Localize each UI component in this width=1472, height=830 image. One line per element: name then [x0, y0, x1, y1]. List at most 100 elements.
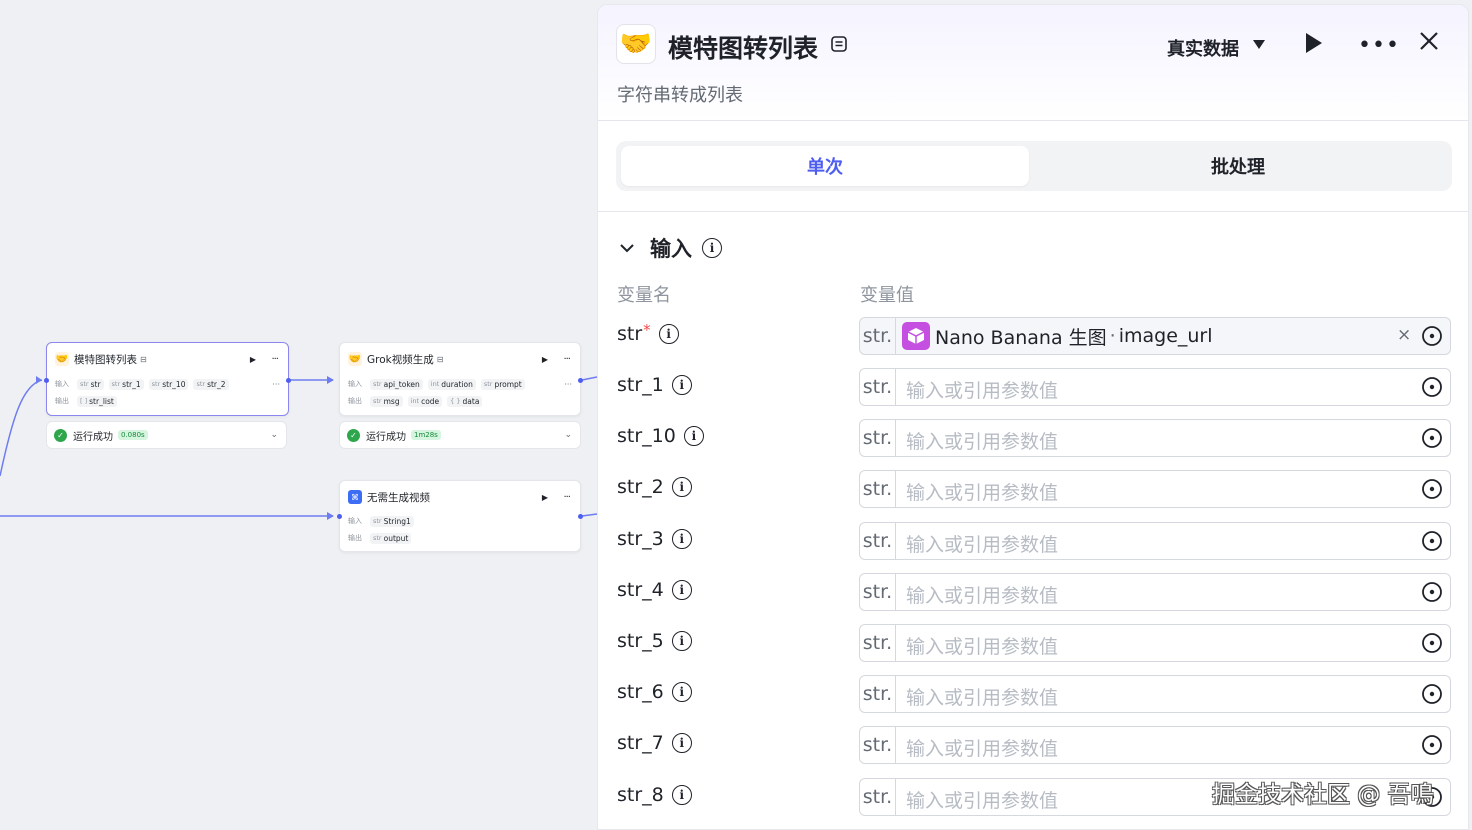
doc-icon[interactable] [830, 35, 848, 53]
handshake-icon: 🤝 [55, 352, 69, 366]
variable-value-input[interactable]: str. 输入或引用参数值 [859, 522, 1451, 560]
play-icon[interactable] [1306, 33, 1322, 53]
info-icon[interactable]: i [671, 631, 692, 651]
run-time-badge: 0.080s [118, 430, 148, 440]
reference-variable-icon[interactable] [1421, 530, 1443, 552]
run-icon[interactable]: ▶ [250, 355, 256, 364]
variable-name: str_8 i [617, 784, 692, 806]
info-icon[interactable]: i [683, 426, 704, 446]
input-placeholder: 输入或引用参数值 [906, 738, 1059, 760]
workflow-canvas[interactable]: 🤝 模特图转列表 ⊟ ▶ ··· 输入 str str str str_1 str s… [0, 0, 597, 830]
variable-value-input[interactable]: str. 输入或引用参数值 [859, 573, 1451, 611]
variable-row-str-2: str_2 i str. 输入或引用参数值 [598, 470, 1468, 510]
param-chip: str msg [370, 395, 403, 407]
panel-header: 🤝 模特图转列表 字符串转成列表 真实数据 ••• [598, 5, 1468, 121]
reference-variable-icon[interactable] [1421, 581, 1443, 603]
info-icon[interactable]: i [671, 733, 692, 753]
required-mark: * [643, 321, 651, 339]
doc-icon: ⊟ [140, 354, 147, 364]
input-port[interactable] [337, 514, 342, 519]
input-placeholder: 输入或引用参数值 [906, 534, 1059, 556]
info-icon[interactable]: i [671, 375, 692, 395]
variable-value-input[interactable]: str. 输入或引用参数值 [859, 726, 1451, 764]
node-grok-video[interactable]: 🤝 Grok视频生成 ⊟ ▶ ··· 输入 str api_token int du… [339, 342, 583, 416]
output-port[interactable] [286, 378, 291, 383]
output-port[interactable] [578, 378, 583, 383]
param-chip: int code [407, 395, 443, 407]
type-label: str. [860, 676, 896, 712]
node-run-status[interactable]: ✓ 运行成功 0.080s ⌄ [46, 421, 287, 449]
node-run-status[interactable]: ✓ 运行成功 1m28s ⌄ [339, 421, 581, 449]
info-icon[interactable]: i [671, 580, 692, 600]
variable-name: str_6 i [617, 681, 692, 703]
variable-name: str_1 i [617, 374, 692, 396]
reference-variable-icon[interactable] [1421, 376, 1443, 398]
node-outputs-row: 输出 str msg int code { } data [348, 395, 572, 407]
variable-name: str_7 i [617, 732, 692, 754]
edge-arrow [327, 512, 334, 520]
data-mode-dropdown[interactable]: 真实数据 [1167, 35, 1239, 61]
reference-variable-icon[interactable] [1421, 325, 1443, 347]
variable-row-str-4: str_4 i str. 输入或引用参数值 [598, 573, 1468, 613]
node-no-video[interactable]: ⌘ 无需生成视频 ▶ ··· 输入 str String1 输出 str outpu… [337, 480, 583, 552]
code-icon: ⌘ [348, 490, 362, 504]
more-params-indicator: ··· [272, 379, 280, 389]
variable-name: str * i [617, 321, 679, 345]
clear-icon[interactable]: × [1397, 325, 1411, 345]
input-port[interactable] [44, 378, 49, 383]
edge-grok-out [581, 376, 597, 381]
variable-value-input[interactable]: str. 输入或引用参数值 [859, 675, 1451, 713]
reference-variable-icon[interactable] [1421, 734, 1443, 756]
node-inputs-row: 输入 str api_token int duration str prompt ··… [348, 378, 572, 390]
info-icon[interactable]: i [671, 682, 692, 702]
input-placeholder: 输入或引用参数值 [906, 482, 1059, 504]
param-chip: int duration [427, 378, 476, 390]
variable-value-input[interactable]: str. 输入或引用参数值 [859, 419, 1451, 457]
variable-name: str_4 i [617, 579, 692, 601]
close-icon[interactable] [1417, 29, 1441, 53]
reference-variable-icon[interactable] [1421, 632, 1443, 654]
reference-variable-icon[interactable] [1421, 478, 1443, 500]
more-icon[interactable]: ··· [563, 354, 570, 365]
more-icon[interactable]: ••• [1358, 33, 1400, 58]
input-section-header[interactable]: 输入 i [618, 235, 722, 261]
caret-down-icon[interactable] [1253, 40, 1265, 49]
variable-value-input[interactable]: str. 输入或引用参数值 [859, 470, 1451, 508]
node-header: ⌘ 无需生成视频 ▶ ··· [348, 489, 572, 505]
tab-batch[interactable]: 批处理 [1034, 146, 1442, 186]
panel-description: 字符串转成列表 [617, 85, 743, 106]
more-icon[interactable]: ··· [271, 354, 278, 365]
more-icon[interactable]: ··· [563, 492, 570, 503]
variable-row-str-1: str_1 i str. 输入或引用参数值 [598, 368, 1468, 408]
variable-row-str-5: str_5 i str. 输入或引用参数值 [598, 624, 1468, 664]
chevron-down-icon: ⌄ [270, 430, 278, 440]
run-icon[interactable]: ▶ [542, 355, 548, 364]
param-chip: str str_1 [108, 378, 144, 390]
info-icon[interactable]: i [671, 477, 692, 497]
reference-variable-icon[interactable] [1421, 683, 1443, 705]
handshake-icon: 🤝 [616, 24, 656, 64]
input-placeholder: 输入或引用参数值 [906, 790, 1059, 812]
reference-variable-icon[interactable] [1421, 427, 1443, 449]
param-chip: str str_10 [148, 378, 189, 390]
cube-icon [902, 322, 930, 350]
info-icon[interactable]: i [702, 238, 722, 258]
type-label: str. [860, 779, 896, 815]
reference-tag[interactable]: Nano Banana 生图 · image_url [902, 321, 1213, 351]
divider [598, 211, 1468, 212]
chevron-down-icon[interactable] [618, 239, 636, 257]
tab-single[interactable]: 单次 [621, 146, 1029, 186]
node-outputs-row: 输出 str output [348, 532, 572, 544]
info-icon[interactable]: i [658, 324, 679, 344]
node-model-to-list[interactable]: 🤝 模特图转列表 ⊟ ▶ ··· 输入 str str str str_1 str s… [44, 342, 291, 416]
info-icon[interactable]: i [671, 529, 692, 549]
run-icon[interactable]: ▶ [542, 493, 548, 502]
variable-value-input[interactable]: str. 输入或引用参数值 [859, 624, 1451, 662]
output-port[interactable] [578, 514, 583, 519]
panel-title: 模特图转列表 [668, 34, 819, 63]
info-icon[interactable]: i [671, 785, 692, 805]
param-chip: str String1 [370, 515, 414, 527]
variable-value-input[interactable]: str. 输入或引用参数值 [859, 368, 1451, 406]
variable-value-input[interactable]: str. Nano Banana 生图 · image_url × [859, 317, 1451, 355]
node-test-panel: 🤝 模特图转列表 字符串转成列表 真实数据 ••• 单次 批处理 输入 i 变量… [597, 4, 1469, 830]
